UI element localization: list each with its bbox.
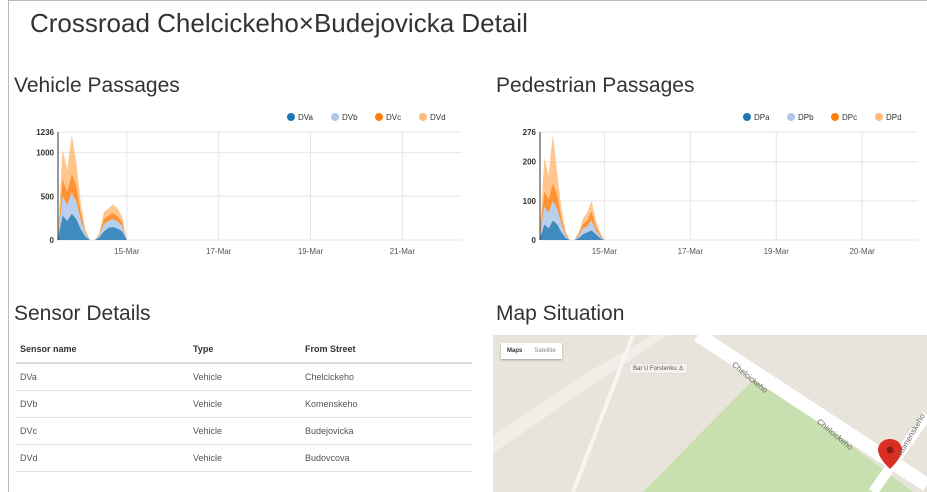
sensor-table-header: Sensor name Type From Street — [16, 338, 472, 364]
legend-label: DPd — [886, 113, 902, 122]
vehicle-passages-chart[interactable]: 0 500 1000 1236 15-Mar 17-Mar 19-Mar 21-Mar DVa D… — [14, 104, 470, 274]
pedestrian-x-tick-label: 17-Mar — [678, 247, 704, 256]
column-header-type[interactable]: Type — [189, 338, 301, 364]
map-place-label[interactable]: Bar U Forstenku ⚓ — [629, 363, 688, 374]
legend-label: DVd — [430, 113, 446, 122]
table-row[interactable]: DVd Vehicle Budovcova — [16, 444, 472, 472]
map-view[interactable]: Maps Satellite Bar U Forstenku ⚓ Chelcic… — [493, 335, 927, 492]
cell-type: Vehicle — [189, 444, 301, 472]
pedestrian-y-tick-label: 100 — [523, 197, 537, 206]
cell-from-street: Chelcickeho — [301, 363, 472, 391]
pedestrian-legend-item-dpc[interactable]: DPc — [831, 113, 857, 122]
vehicle-section-title: Vehicle Passages — [14, 74, 180, 97]
vehicle-y-tick-label: 1000 — [36, 149, 54, 158]
page-title: Crossroad Chelcickeho×Budejovicka Detail — [30, 8, 528, 38]
vehicle-legend-item-dva[interactable]: DVa — [287, 113, 314, 122]
pedestrian-section-title: Pedestrian Passages — [496, 74, 695, 97]
table-row[interactable]: DVa Vehicle Chelcickeho — [16, 363, 472, 391]
window-frame-left — [8, 0, 9, 492]
pedestrian-passages-chart[interactable]: 0 100 200 276 15-Mar 17-Mar 19-Mar 20-Mar DPa DPb… — [496, 104, 926, 274]
map-type-control: Maps Satellite — [501, 343, 562, 359]
legend-label: DVb — [342, 113, 358, 122]
pedestrian-x-tick-label: 20-Mar — [849, 247, 875, 256]
cell-type: Vehicle — [189, 390, 301, 418]
cell-type: Vehicle — [189, 363, 301, 391]
map-tab-maps[interactable]: Maps — [501, 343, 528, 359]
map-section-title: Map Situation — [496, 302, 625, 325]
cell-type: Vehicle — [189, 417, 301, 445]
window-frame-top — [8, 0, 927, 1]
vehicle-x-tick-label: 17-Mar — [206, 247, 232, 256]
vehicle-y-tick-label: 1236 — [36, 128, 54, 137]
vehicle-legend-item-dvd[interactable]: DVd — [419, 113, 446, 122]
pedestrian-y-tick-label: 0 — [532, 236, 537, 245]
legend-label: DVc — [386, 113, 401, 122]
pedestrian-legend-item-dpa[interactable]: DPa — [743, 113, 770, 122]
pedestrian-y-tick-label: 200 — [523, 158, 537, 167]
vehicle-legend-item-dvc[interactable]: DVc — [375, 113, 401, 122]
sensor-section-title: Sensor Details — [14, 302, 151, 325]
cell-sensor-name: DVb — [16, 390, 189, 418]
vehicle-y-tick-label: 0 — [50, 236, 55, 245]
cell-sensor-name: DVa — [16, 363, 189, 391]
cell-from-street: Budejovicka — [301, 417, 472, 445]
vehicle-x-tick-label: 21-Mar — [390, 247, 416, 256]
cell-from-street: Komenskeho — [301, 390, 472, 418]
table-row[interactable]: DVc Vehicle Budejovicka — [16, 417, 472, 445]
column-header-from-street[interactable]: From Street — [301, 338, 472, 364]
legend-label: DPa — [754, 113, 770, 122]
pedestrian-x-tick-label: 15-Mar — [592, 247, 618, 256]
cell-sensor-name: DVd — [16, 444, 189, 472]
sensor-table: Sensor name Type From Street DVa Vehicle… — [16, 338, 472, 472]
table-row[interactable]: DVb Vehicle Komenskeho — [16, 390, 472, 418]
legend-dot-icon — [331, 113, 339, 121]
pedestrian-legend-item-dpd[interactable]: DPd — [875, 113, 902, 122]
legend-dot-icon — [831, 113, 839, 121]
vehicle-x-tick-label: 15-Mar — [114, 247, 140, 256]
legend-label: DVa — [298, 113, 314, 122]
pedestrian-y-tick-label: 276 — [523, 128, 537, 137]
vehicle-y-tick-label: 500 — [41, 192, 55, 201]
legend-dot-icon — [287, 113, 295, 121]
legend-label: DPb — [798, 113, 814, 122]
legend-label: DPc — [842, 113, 857, 122]
legend-dot-icon — [787, 113, 795, 121]
vehicle-x-tick-label: 19-Mar — [298, 247, 324, 256]
cell-sensor-name: DVc — [16, 417, 189, 445]
legend-dot-icon — [875, 113, 883, 121]
pedestrian-legend-item-dpb[interactable]: DPb — [787, 113, 814, 122]
map-tab-satellite[interactable]: Satellite — [528, 343, 561, 359]
legend-dot-icon — [375, 113, 383, 121]
legend-dot-icon — [419, 113, 427, 121]
cell-from-street: Budovcova — [301, 444, 472, 472]
pedestrian-x-tick-label: 19-Mar — [764, 247, 790, 256]
column-header-sensor-name[interactable]: Sensor name — [16, 338, 189, 364]
vehicle-legend-item-dvb[interactable]: DVb — [331, 113, 358, 122]
legend-dot-icon — [743, 113, 751, 121]
